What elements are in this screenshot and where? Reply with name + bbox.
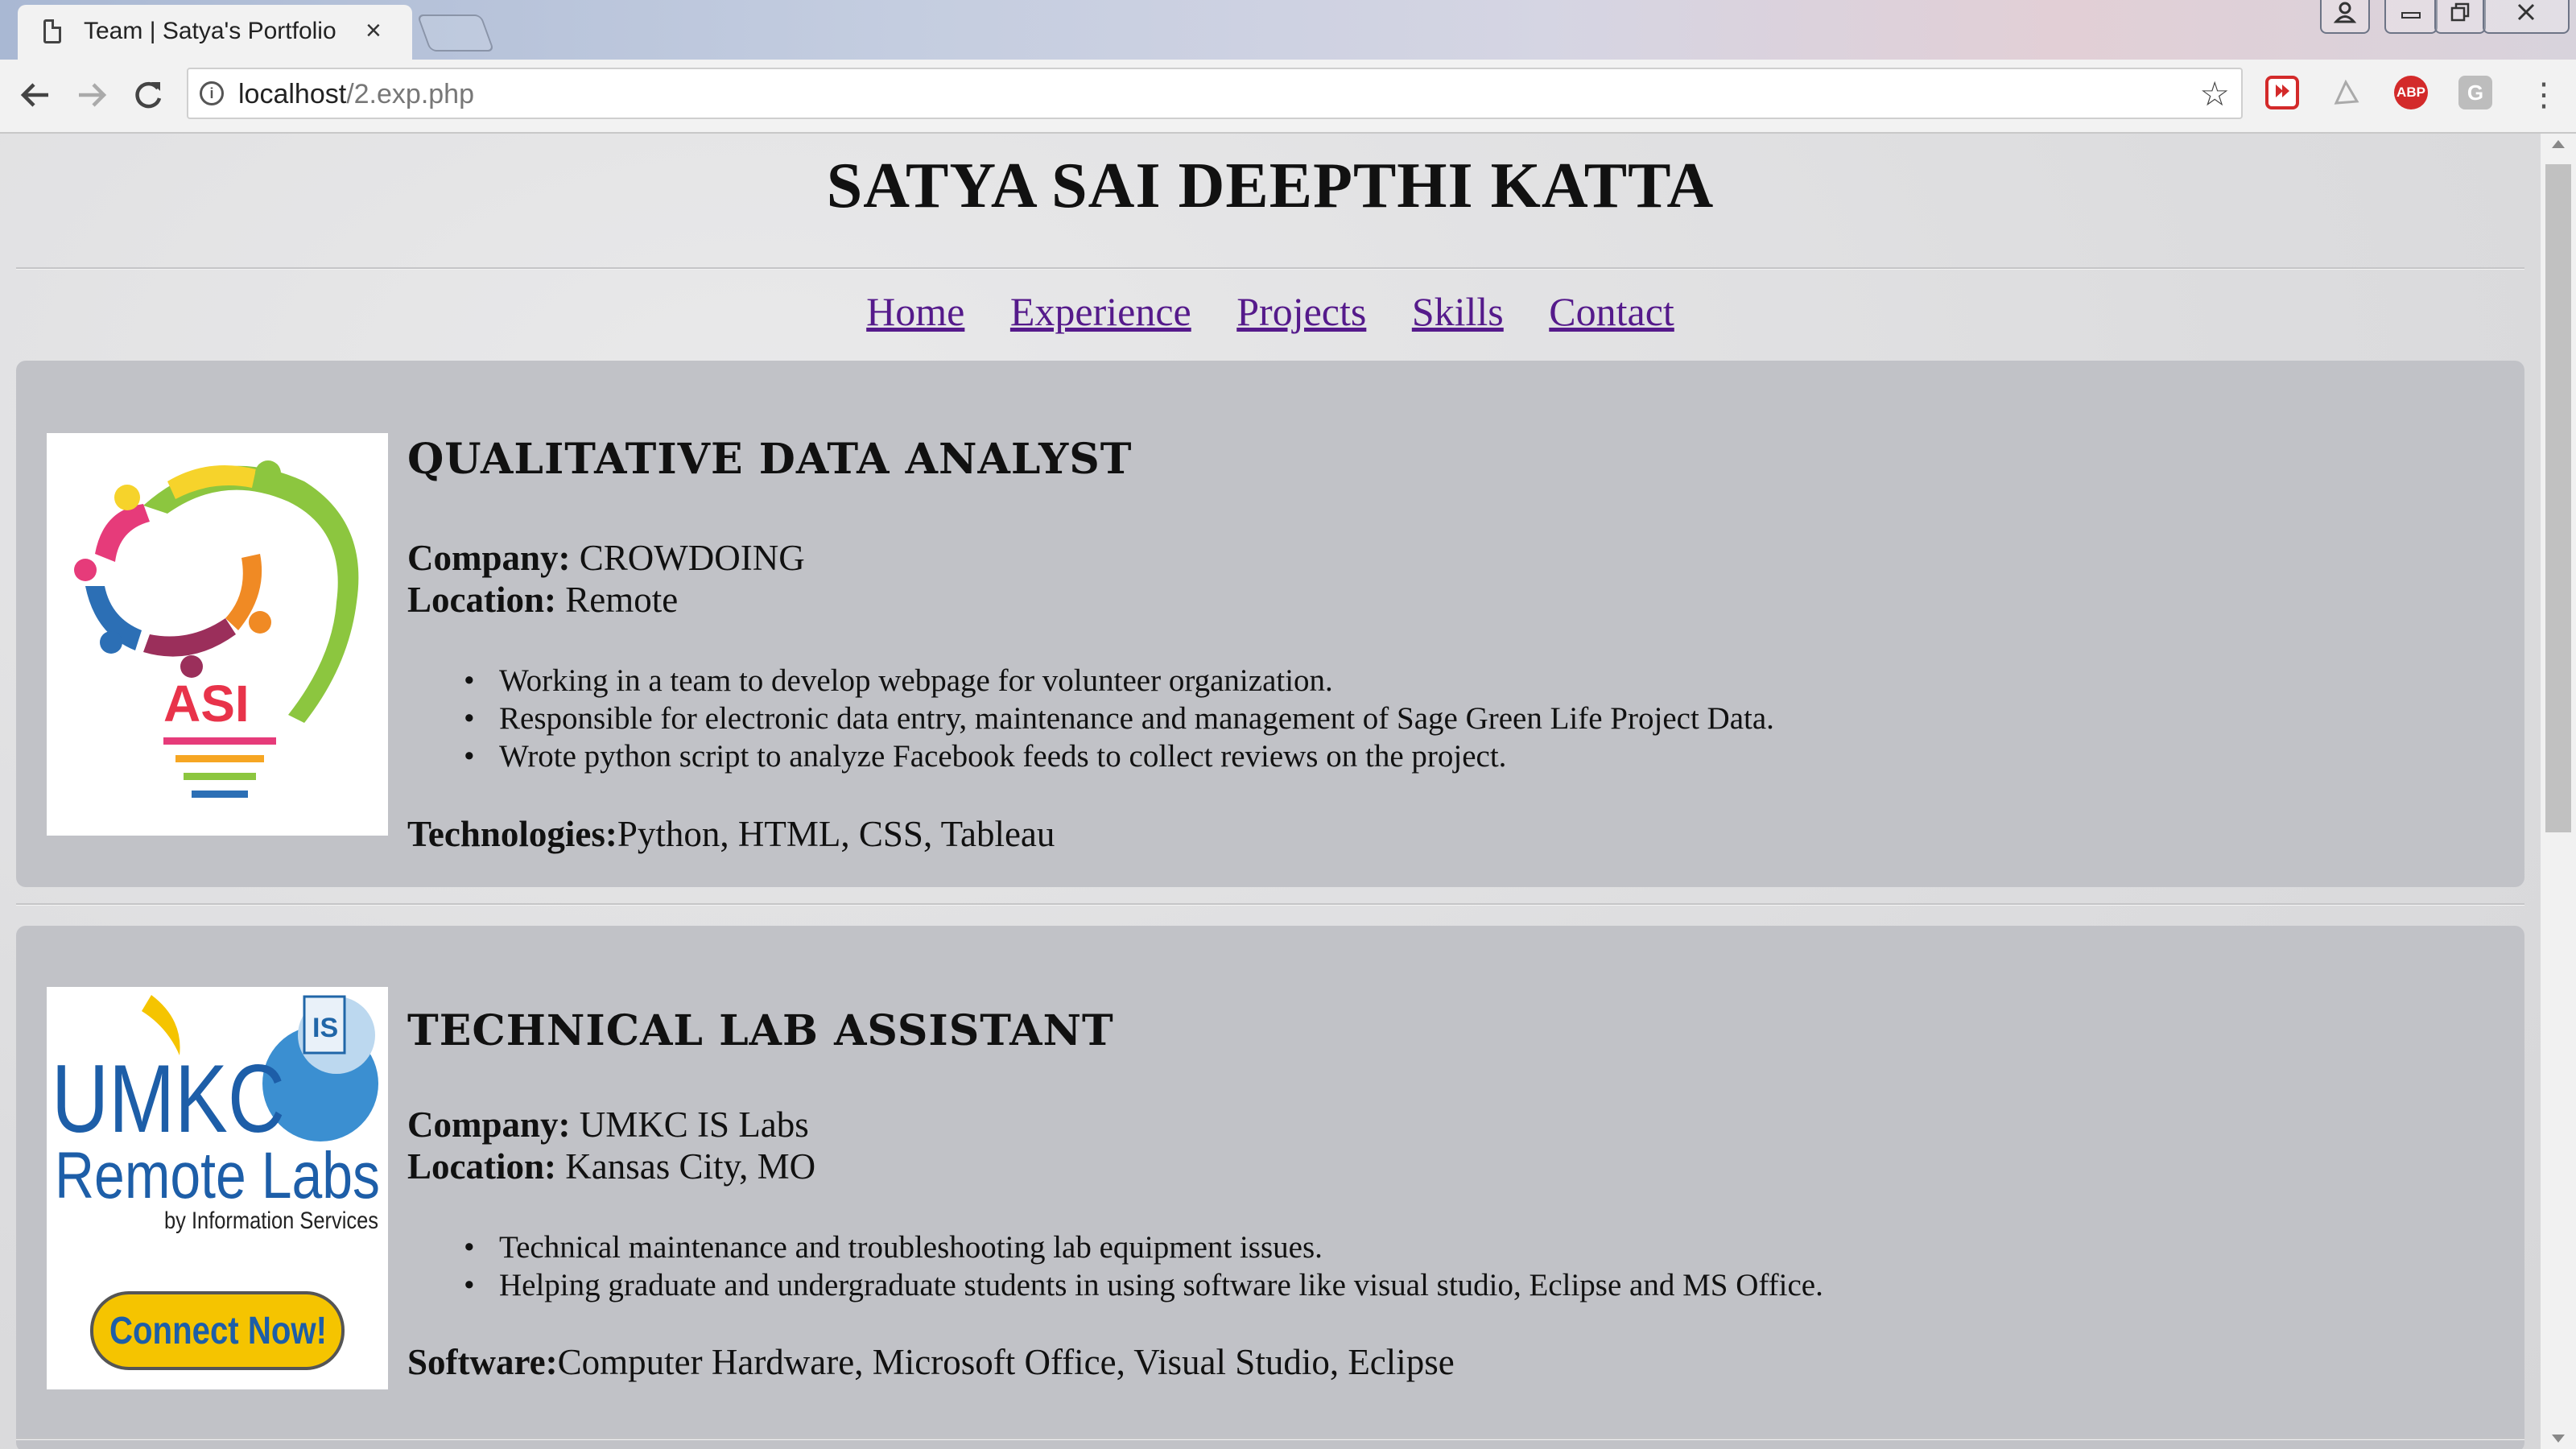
restore-button[interactable] — [2434, 0, 2486, 34]
minimize-button[interactable] — [2384, 0, 2438, 34]
arrow-right-icon — [79, 83, 107, 107]
bookmark-star-icon[interactable]: ☆ — [2199, 74, 2230, 114]
restore-icon — [2450, 2, 2470, 22]
pdf-extension-icon[interactable] — [2330, 76, 2363, 109]
nav-link-home[interactable]: Home — [866, 289, 964, 334]
list-item: Technical maintenance and troubleshootin… — [464, 1228, 1823, 1266]
list-item: Helping graduate and undergraduate stude… — [464, 1266, 1823, 1304]
browser-tabstrip: Team | Satya's Portfolio × — [0, 0, 2576, 60]
close-window-button[interactable] — [2483, 0, 2570, 34]
header-divider — [16, 267, 2524, 270]
section-divider — [16, 1438, 2524, 1440]
list-item: Working in a team to develop webpage for… — [464, 662, 1774, 700]
nav-link-contact[interactable]: Contact — [1549, 289, 1674, 334]
list-item: Wrote python script to analyze Facebook … — [464, 737, 1774, 775]
technologies-line: Technologies:Python, HTML, CSS, Tableau — [407, 814, 1055, 854]
g-extension-icon[interactable]: G — [2458, 76, 2492, 109]
scroll-down-arrow-icon[interactable] — [2552, 1435, 2565, 1443]
page-title: SATYA SAI DEEPTHI KATTA — [826, 151, 1715, 221]
svg-text:by Information Services: by Information Services — [164, 1208, 378, 1234]
reload-button[interactable] — [127, 74, 169, 116]
page-viewport: SATYA SAI DEEPTHI KATTA Home Experience … — [0, 134, 2541, 1449]
location-line: Location: Remote — [407, 580, 679, 620]
kebab-menu-icon[interactable]: ⋮ — [2528, 74, 2560, 116]
nav-link-skills[interactable]: Skills — [1412, 289, 1504, 334]
experience-card: IS UMKC Remote Labs by Information Servi… — [16, 926, 2524, 1449]
new-tab-button[interactable] — [416, 14, 495, 52]
browser-toolbar: i localhost/2.exp.php ☆ ABP G ⋮ — [0, 60, 2576, 134]
location-line: Location: Kansas City, MO — [407, 1146, 816, 1187]
svg-text:Remote Labs: Remote Labs — [55, 1139, 380, 1212]
forward-button[interactable] — [71, 74, 113, 116]
tab-title: Team | Satya's Portfolio — [84, 18, 336, 44]
experience-card: ASI QUALITATIVE DATA ANALYST Company: CR… — [16, 361, 2524, 887]
profile-button[interactable] — [2320, 0, 2370, 34]
job-title: QUALITATIVE DATA ANALYST — [407, 435, 1133, 484]
umkc-remote-labs-logo-icon: IS UMKC Remote Labs by Information Servi… — [52, 995, 380, 1370]
scrollbar-thumb[interactable] — [2545, 164, 2571, 832]
responsibility-list: Technical maintenance and troubleshootin… — [464, 1228, 1823, 1304]
reload-icon — [135, 81, 162, 109]
info-icon[interactable]: i — [200, 81, 224, 105]
address-bar[interactable]: i localhost/2.exp.php ☆ — [187, 68, 2243, 119]
svg-text:Connect Now!: Connect Now! — [109, 1310, 327, 1352]
back-button[interactable] — [14, 74, 56, 116]
nav-link-projects[interactable]: Projects — [1236, 289, 1366, 334]
close-icon — [2517, 3, 2535, 21]
url-text[interactable]: localhost/2.exp.php — [238, 79, 474, 110]
browser-tab-active[interactable]: Team | Satya's Portfolio × — [18, 5, 412, 60]
job-title: TECHNICAL LAB ASSISTANT — [407, 1006, 1114, 1055]
svg-text:ASI: ASI — [163, 675, 250, 733]
svg-text:UMKC: UMKC — [52, 1045, 285, 1153]
main-nav: Home Experience Projects Skills Contact — [0, 288, 2541, 335]
lightbulb-logo-icon: ASI — [74, 460, 359, 798]
cast-extension-icon[interactable] — [2265, 76, 2299, 109]
arrow-left-icon — [20, 83, 48, 107]
software-line: Software:Computer Hardware, Microsoft Of… — [407, 1342, 1455, 1382]
nav-link-experience[interactable]: Experience — [1010, 289, 1191, 334]
company-logo: IS UMKC Remote Labs by Information Servi… — [47, 987, 388, 1389]
company-line: Company: UMKC IS Labs — [407, 1104, 809, 1145]
vertical-scrollbar[interactable] — [2541, 134, 2576, 1449]
tab-close-icon[interactable]: × — [365, 14, 382, 47]
scroll-up-arrow-icon[interactable] — [2552, 140, 2565, 148]
svg-text:IS: IS — [312, 1013, 338, 1043]
list-item: Responsible for electronic data entry, m… — [464, 700, 1774, 737]
minimize-icon — [2401, 12, 2421, 19]
section-divider — [16, 903, 2524, 906]
adblock-extension-icon[interactable]: ABP — [2394, 76, 2428, 109]
user-icon — [2333, 2, 2357, 23]
company-line: Company: CROWDOING — [407, 538, 805, 578]
document-icon — [43, 19, 61, 43]
responsibility-list: Working in a team to develop webpage for… — [464, 662, 1774, 775]
company-logo: ASI — [47, 433, 388, 836]
